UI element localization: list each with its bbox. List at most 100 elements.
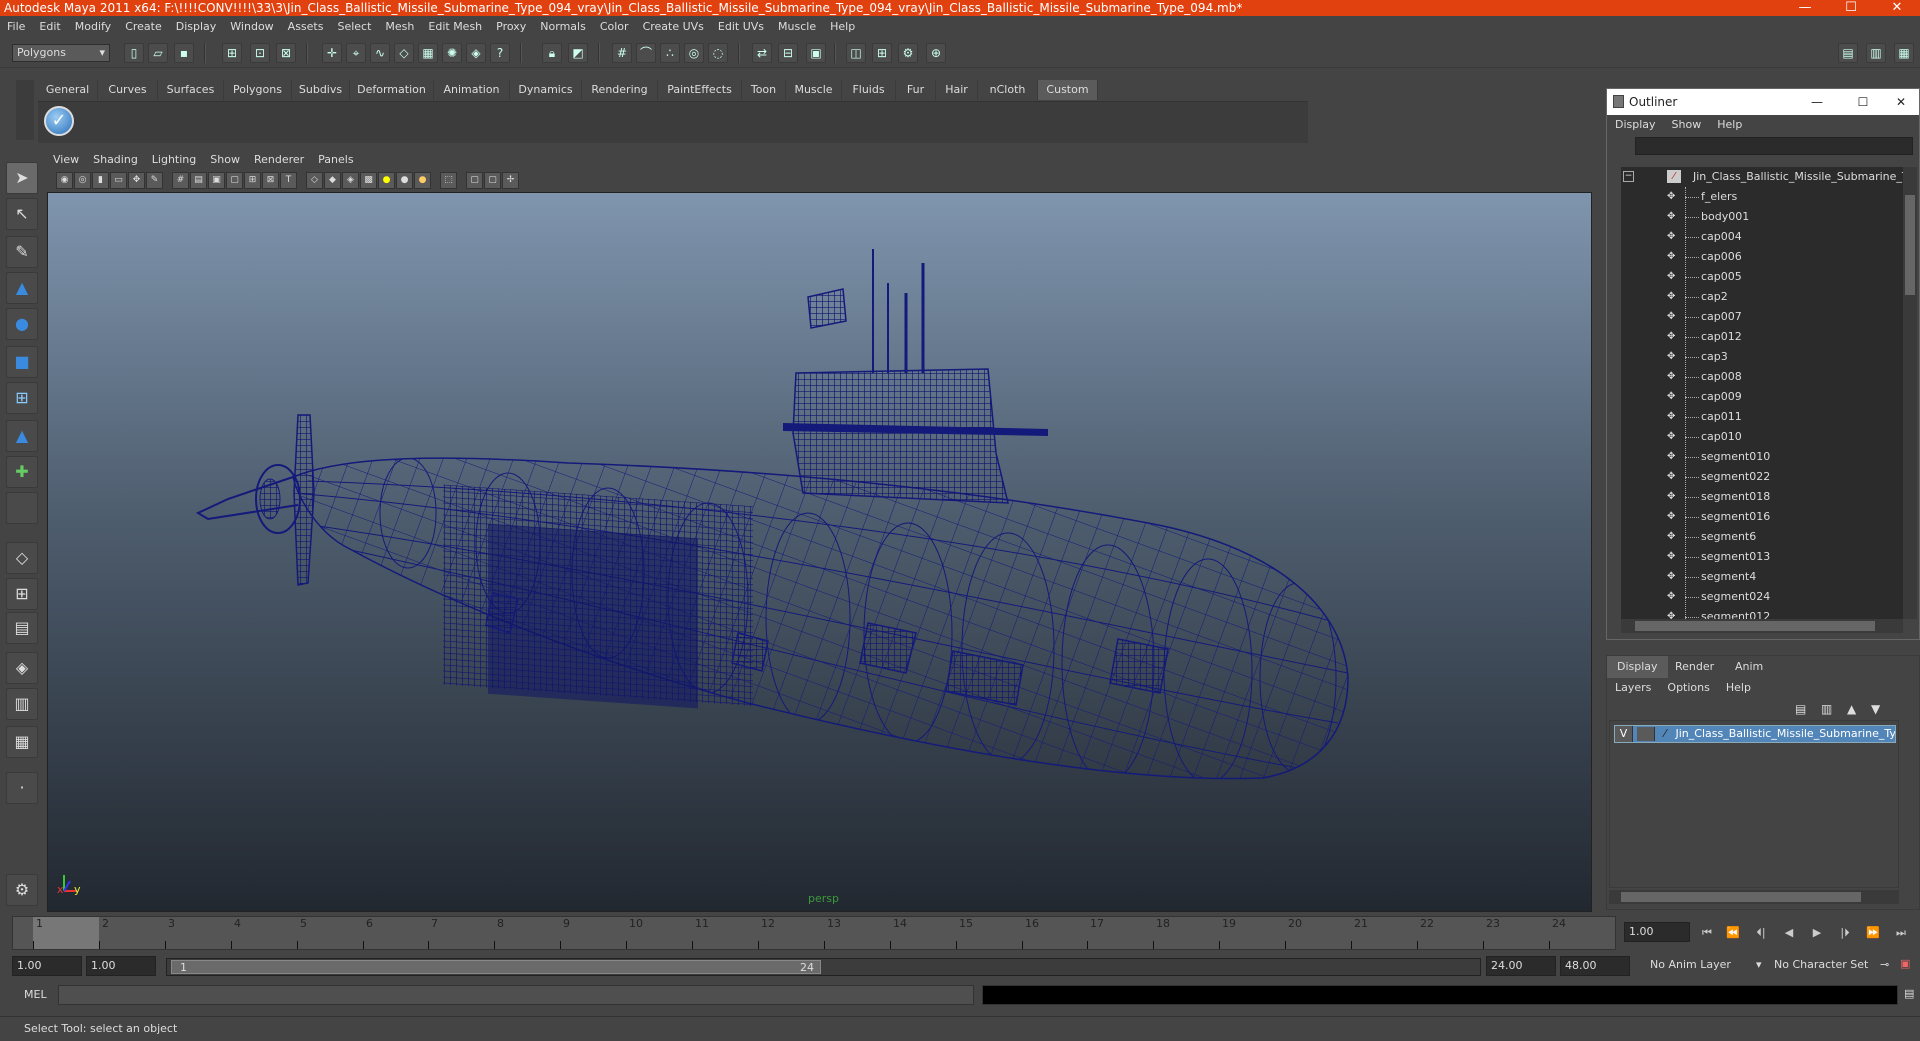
layer-visibility-toggle[interactable]: V bbox=[1615, 726, 1633, 742]
shelf-tab-dynamics[interactable]: Dynamics bbox=[510, 80, 582, 100]
move-layer-down-icon[interactable]: ▼ bbox=[1871, 702, 1880, 716]
step-back-key-icon[interactable]: ⏴︎| bbox=[1752, 926, 1770, 940]
outliner-item[interactable]: ✥ f_elers bbox=[1621, 187, 1903, 207]
select-tool-icon[interactable]: ➤ bbox=[6, 162, 38, 194]
close-button[interactable]: ✕ bbox=[1874, 0, 1920, 16]
outliner-item[interactable]: ✥ segment018 bbox=[1621, 487, 1903, 507]
layout-graph-persp-icon[interactable]: ◈ bbox=[6, 652, 38, 684]
layer-menu-layers[interactable]: Layers bbox=[1607, 678, 1659, 698]
outliner-item[interactable]: ✥ cap012 bbox=[1621, 327, 1903, 347]
select-joints-icon[interactable]: ⌖ bbox=[346, 43, 366, 63]
end-time-field[interactable]: 48.00 bbox=[1560, 956, 1630, 976]
outliner-item[interactable]: ✥ segment022 bbox=[1621, 467, 1903, 487]
lock-selection-icon[interactable]: 🔒︎ bbox=[542, 43, 562, 63]
bookmarks-icon[interactable]: ▮ bbox=[92, 172, 109, 189]
render-view-icon[interactable]: ◫ bbox=[846, 43, 866, 63]
layer-horizontal-scrollbar[interactable] bbox=[1609, 890, 1899, 904]
outliner-item[interactable]: ✥ cap008 bbox=[1621, 367, 1903, 387]
shelf-tab-toon[interactable]: Toon bbox=[742, 80, 786, 100]
layer-tab-render[interactable]: Render bbox=[1665, 656, 1724, 678]
shelf-tab-surfaces[interactable]: Surfaces bbox=[158, 80, 224, 100]
panel-menu-show[interactable]: Show bbox=[203, 150, 247, 170]
custom-shelf-check-icon[interactable]: ✓ bbox=[44, 106, 74, 136]
chevron-down-icon[interactable]: ▾ bbox=[1756, 958, 1762, 971]
menu-color[interactable]: Color bbox=[593, 17, 636, 37]
scrollbar-thumb[interactable] bbox=[1621, 892, 1861, 902]
panel-menu-view[interactable]: View bbox=[46, 150, 86, 170]
snap-to-grid-icon[interactable]: # bbox=[612, 43, 632, 63]
menu-modify[interactable]: Modify bbox=[68, 17, 118, 37]
custom-layout-icon[interactable]: · bbox=[6, 772, 38, 804]
textured-icon[interactable]: ▩ bbox=[360, 172, 377, 189]
outliner-item[interactable]: ✥ cap004 bbox=[1621, 227, 1903, 247]
new-scene-icon[interactable]: ▯ bbox=[124, 43, 144, 63]
outliner-item[interactable]: ✥ segment010 bbox=[1621, 447, 1903, 467]
safe-action-icon[interactable]: ⊠ bbox=[262, 172, 279, 189]
current-frame-field[interactable]: 1.00 bbox=[1624, 922, 1690, 942]
go-to-start-icon[interactable]: ⏮ bbox=[1698, 926, 1716, 940]
range-slider[interactable]: 1 24 bbox=[166, 958, 1481, 976]
gate-mask-icon[interactable]: ▢ bbox=[226, 172, 243, 189]
perspective-viewport[interactable]: x y persp bbox=[47, 192, 1592, 912]
shelf-tab-subdivs[interactable]: Subdivs bbox=[292, 80, 350, 100]
film-gate-icon[interactable]: ▤ bbox=[190, 172, 207, 189]
outliner-item[interactable]: ✥ cap011 bbox=[1621, 407, 1903, 427]
select-component-icon[interactable]: ⊠ bbox=[276, 43, 296, 63]
layout-four-pane-icon[interactable]: ⊞ bbox=[6, 578, 38, 610]
select-surfaces-icon[interactable]: ◇ bbox=[394, 43, 414, 63]
shadows-icon[interactable]: ● bbox=[396, 172, 413, 189]
field-chart-icon[interactable]: ⊞ bbox=[244, 172, 261, 189]
scale-tool-icon[interactable]: ■ bbox=[6, 346, 38, 378]
outliner-item[interactable]: ✥ cap007 bbox=[1621, 307, 1903, 327]
outliner-vertical-scrollbar[interactable] bbox=[1903, 167, 1917, 619]
lasso-tool-icon[interactable]: ↖ bbox=[6, 198, 38, 230]
shelf-tab-deformation[interactable]: Deformation bbox=[350, 80, 434, 100]
construction-history-icon[interactable]: ⊟ bbox=[778, 43, 798, 63]
menu-muscle[interactable]: Muscle bbox=[771, 17, 823, 37]
hypershade-icon[interactable]: ⊕ bbox=[926, 43, 946, 63]
play-backward-icon[interactable]: ◀ bbox=[1780, 926, 1798, 940]
last-tool-slot-icon[interactable] bbox=[6, 492, 38, 524]
xray-active-icon[interactable]: ✢ bbox=[502, 172, 519, 189]
shelf-tab-muscle[interactable]: Muscle bbox=[786, 80, 842, 100]
gear-icon[interactable]: ⚙︎ bbox=[6, 874, 38, 906]
menu-proxy[interactable]: Proxy bbox=[489, 17, 533, 37]
xray-joints-icon[interactable]: ▢ bbox=[484, 172, 501, 189]
layer-display-type-toggle[interactable] bbox=[1636, 727, 1655, 741]
snap-to-point-icon[interactable]: ∴ bbox=[660, 43, 680, 63]
panel-menu-panels[interactable]: Panels bbox=[311, 150, 360, 170]
render-frame-icon[interactable]: ▣ bbox=[806, 43, 826, 63]
rotate-tool-icon[interactable]: ● bbox=[6, 308, 38, 340]
make-live-icon[interactable]: ◌ bbox=[708, 43, 728, 63]
toggle-tool-settings-icon[interactable]: ▥ bbox=[1866, 43, 1886, 63]
shelf-tab-general[interactable]: General bbox=[38, 80, 98, 100]
play-forward-icon[interactable]: ▶ bbox=[1808, 926, 1826, 940]
menu-select[interactable]: Select bbox=[330, 17, 378, 37]
menu-set-dropdown[interactable]: Polygons ▾ bbox=[12, 44, 110, 62]
step-back-frame-icon[interactable]: ⏪ bbox=[1724, 926, 1742, 940]
layout-persp-outliner-icon[interactable]: ▦ bbox=[6, 726, 38, 758]
shelf-tab-fur[interactable]: Fur bbox=[896, 80, 936, 100]
shelf-tab-curves[interactable]: Curves bbox=[98, 80, 158, 100]
collapse-icon[interactable]: − bbox=[1623, 171, 1634, 182]
snap-to-curve-icon[interactable]: ⌒ bbox=[636, 43, 656, 63]
outliner-item[interactable]: ✥ cap3 bbox=[1621, 347, 1903, 367]
playback-end-field[interactable]: 24.00 bbox=[1486, 956, 1556, 976]
safe-title-icon[interactable]: T bbox=[280, 172, 297, 189]
anim-layer-dropdown[interactable]: No Anim Layer bbox=[1646, 956, 1754, 976]
script-editor-icon[interactable]: ▤ bbox=[1904, 987, 1914, 1000]
outliner-item[interactable]: ✥ segment012 bbox=[1621, 607, 1903, 619]
panel-menu-renderer[interactable]: Renderer bbox=[247, 150, 311, 170]
menu-display[interactable]: Display bbox=[169, 17, 224, 37]
open-scene-icon[interactable]: ▱ bbox=[148, 43, 168, 63]
outliner-filter-field[interactable] bbox=[1635, 137, 1913, 155]
select-rendering-icon[interactable]: ◈ bbox=[466, 43, 486, 63]
layout-single-pane-icon[interactable]: ◇ bbox=[6, 542, 38, 574]
outliner-item[interactable]: ✥ cap2 bbox=[1621, 287, 1903, 307]
select-hierarchy-icon[interactable]: ⊞ bbox=[222, 43, 242, 63]
camera-attributes-icon[interactable]: ◎ bbox=[74, 172, 91, 189]
xray-icon[interactable]: ▢ bbox=[466, 172, 483, 189]
outliner-menu-show[interactable]: Show bbox=[1664, 115, 1710, 135]
save-scene-icon[interactable]: ▪ bbox=[174, 43, 194, 63]
menu-edit-mesh[interactable]: Edit Mesh bbox=[421, 17, 489, 37]
